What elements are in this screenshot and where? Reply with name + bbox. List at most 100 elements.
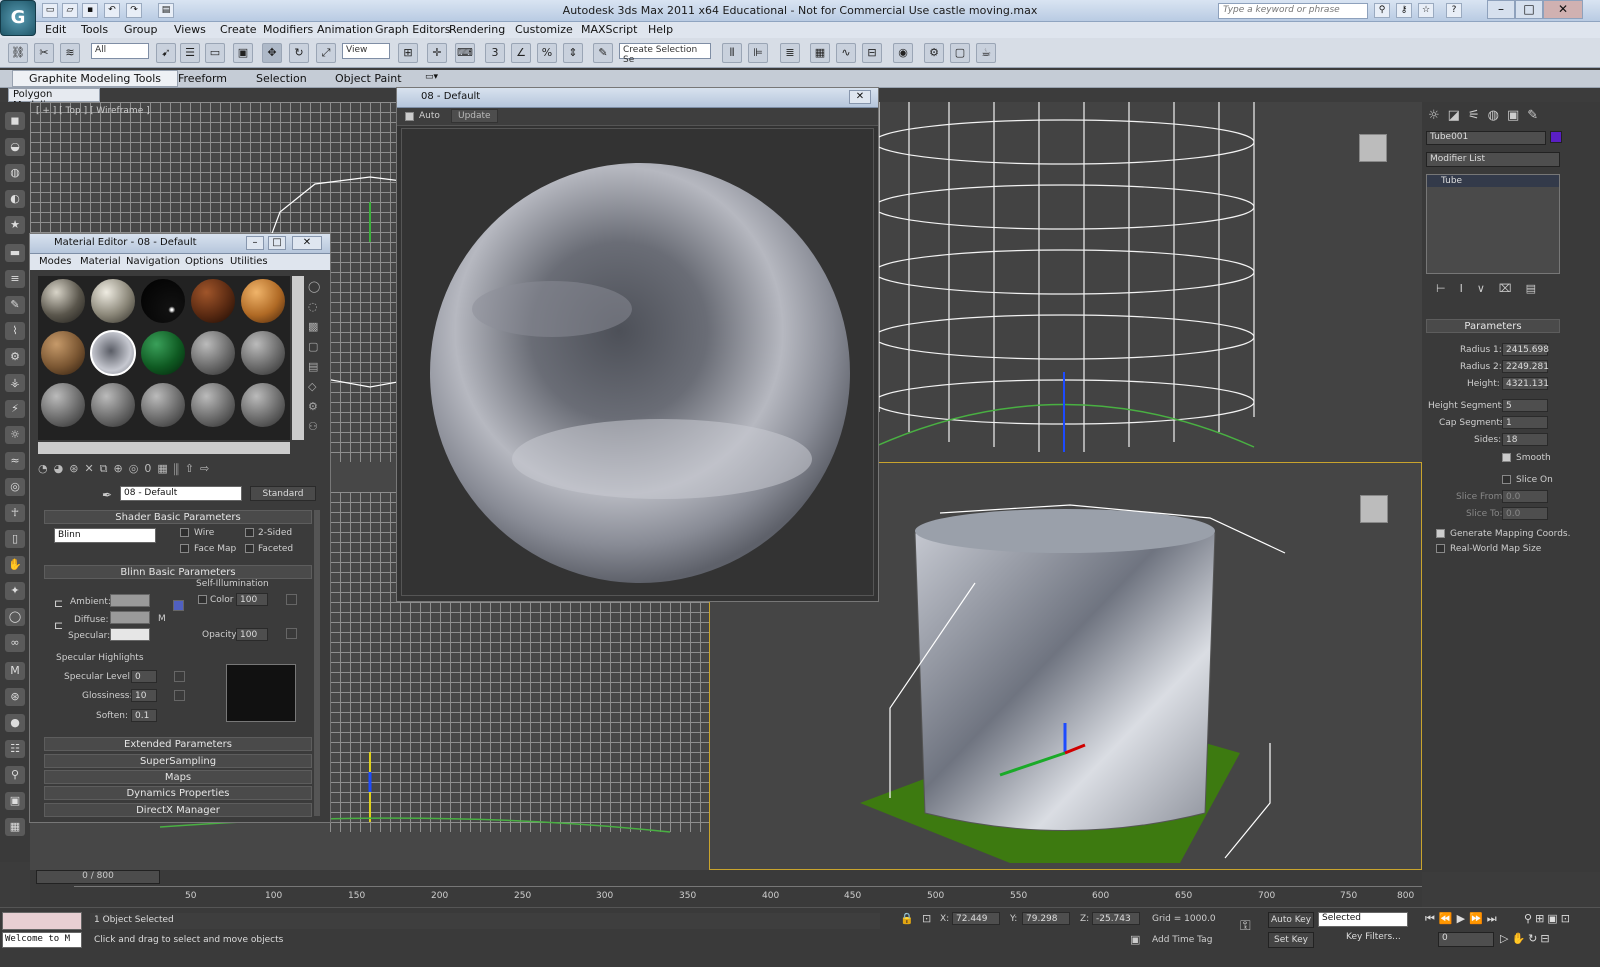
put-to-scene-icon[interactable]: ◕	[54, 462, 70, 475]
modify-tab-icon[interactable]: ◪	[1448, 108, 1468, 123]
maps-header[interactable]: Maps	[44, 770, 312, 784]
sample-slot-10[interactable]	[240, 330, 286, 376]
tab-object-paint[interactable]: Object Paint	[335, 72, 402, 85]
set-key-button[interactable]: Set Key	[1268, 932, 1314, 948]
z-coordinate-field[interactable]: -25.743	[1092, 912, 1140, 925]
make-preview-icon[interactable]: ◇	[308, 380, 316, 393]
radius2-spinner[interactable]: 2249.281	[1502, 360, 1549, 373]
sample-slot-11[interactable]	[40, 382, 86, 428]
display-icon[interactable]: ★	[5, 216, 25, 234]
sample-slot-9[interactable]	[190, 330, 236, 376]
modify-icon[interactable]: ◒	[5, 138, 25, 156]
material-id-icon[interactable]: 0	[144, 462, 157, 475]
glossiness-map-button[interactable]	[174, 690, 185, 701]
face-map-checkbox[interactable]	[180, 544, 189, 553]
selection-filter-dropdown[interactable]: All	[91, 43, 149, 59]
compass-icon[interactable]: ⊛	[5, 688, 25, 706]
close-button[interactable]: ✕	[1543, 0, 1583, 19]
mat-params-scrollbar[interactable]	[314, 510, 320, 816]
ribbon-polygon-modeling[interactable]: Polygon Modeling	[8, 88, 100, 111]
shapes-icon[interactable]: ≈	[5, 452, 25, 470]
help-icon[interactable]: ?	[1446, 3, 1462, 18]
app-logo[interactable]: G	[0, 0, 36, 36]
opacity-map-button[interactable]	[286, 628, 297, 639]
modifier-list-dropdown[interactable]: Modifier List	[1426, 152, 1560, 167]
spacewarp-icon[interactable]: ⚡	[5, 400, 25, 418]
curve-editor-icon[interactable]: ∿	[836, 43, 856, 63]
sphere-icon[interactable]: ●	[5, 714, 25, 732]
shader-basic-params-header[interactable]: Shader Basic Parameters	[44, 510, 312, 524]
glossiness-spinner[interactable]: 10	[131, 689, 157, 702]
layer-manager-icon[interactable]: ≣	[780, 43, 800, 63]
material-editor-titlebar[interactable]: Material Editor - 08 - Default – □ ✕	[30, 234, 330, 254]
parameters-header[interactable]: Parameters	[1426, 319, 1560, 333]
self-illum-map-button[interactable]	[286, 594, 297, 605]
generate-mapping-checkbox[interactable]	[1436, 529, 1445, 538]
y-coordinate-field[interactable]: 79.298	[1022, 912, 1070, 925]
show-end-result-icon[interactable]: ⫼	[174, 462, 185, 475]
eyedropper-icon[interactable]: ✒	[102, 488, 112, 502]
sample-slots-scrollbar[interactable]	[292, 276, 304, 440]
set-key-icon[interactable]: ⚿	[1240, 918, 1251, 934]
menu-customize[interactable]: Customize	[515, 23, 573, 36]
specular-level-map-button[interactable]	[174, 671, 185, 682]
menu-graph-editors[interactable]: Graph Editors	[375, 23, 451, 36]
get-material-icon[interactable]: ◔	[38, 462, 54, 475]
window-crossing-icon[interactable]: ▣	[233, 43, 253, 63]
mirror-icon[interactable]: ⫴	[722, 43, 742, 63]
link-icon[interactable]: ∞	[5, 634, 25, 652]
configure-sets-icon[interactable]: ▤	[1526, 282, 1550, 295]
create-icon[interactable]: ◼	[5, 112, 25, 130]
paint-icon[interactable]: ✎	[5, 296, 25, 314]
menu-animation[interactable]: Animation	[317, 23, 373, 36]
render-window-titlebar[interactable]: 08 - Default ✕	[397, 88, 878, 108]
rendered-frame-window-icon[interactable]: ▢	[950, 43, 970, 63]
opacity-spinner[interactable]: 100	[236, 628, 268, 641]
reference-coord-dropdown[interactable]: View	[342, 43, 390, 59]
hand-icon[interactable]: ✋	[5, 556, 25, 574]
snaps-toggle-icon[interactable]: 3	[485, 43, 505, 63]
make-unique-stack-icon[interactable]: ∨	[1477, 282, 1499, 295]
maxscript-mini-listener[interactable]: Welcome to M	[2, 932, 82, 948]
lights-icon[interactable]: ☼	[5, 426, 25, 444]
orbit-icon[interactable]: ↻	[1528, 932, 1540, 945]
key-filters-button[interactable]: Key Filters...	[1346, 932, 1401, 942]
go-to-start-icon[interactable]: ⏮	[1425, 912, 1439, 925]
selection-lock-icon[interactable]: 🔒	[900, 912, 914, 925]
video-color-icon[interactable]: ▤	[308, 360, 318, 373]
percent-snap-icon[interactable]: %	[537, 43, 557, 63]
field-of-view-icon[interactable]: ▷	[1500, 932, 1511, 945]
remove-modifier-icon[interactable]: ⌧	[1499, 282, 1526, 295]
ribbon-options-icon[interactable]: ▭▾	[425, 72, 438, 82]
unlink-icon[interactable]: ✂	[34, 43, 54, 63]
pin-stack-icon[interactable]: ⊢	[1436, 282, 1460, 295]
wire-checkbox[interactable]	[180, 528, 189, 537]
material-type-button[interactable]: Standard	[250, 486, 316, 501]
new-file-icon[interactable]: ▭	[42, 3, 58, 18]
list-icon[interactable]: ☷	[5, 740, 25, 758]
uv-tiling-icon[interactable]: ▢	[308, 340, 318, 353]
create-tab-icon[interactable]: ☼	[1428, 108, 1448, 123]
mat-close-button[interactable]: ✕	[292, 236, 322, 250]
slice-to-spinner[interactable]: 0.0	[1502, 507, 1548, 520]
supersampling-header[interactable]: SuperSampling	[44, 754, 312, 768]
bind-spacewarp-icon[interactable]: ≋	[60, 43, 80, 63]
assign-to-selection-icon[interactable]: ⊛	[69, 462, 84, 475]
self-illum-spinner[interactable]: 100	[236, 593, 268, 606]
render-window-close-button[interactable]: ✕	[849, 90, 871, 104]
two-sided-checkbox[interactable]	[245, 528, 254, 537]
undo-icon[interactable]: ↶	[104, 3, 120, 18]
menu-tools[interactable]: Tools	[81, 23, 108, 36]
specular-color-swatch[interactable]	[110, 628, 150, 641]
sample-slot-3[interactable]	[140, 278, 186, 324]
add-time-tag-button[interactable]: Add Time Tag	[1152, 935, 1212, 945]
lock-diffuse-specular-icon[interactable]: ⊏	[54, 619, 63, 632]
reset-map-icon[interactable]: ✕	[84, 462, 99, 475]
zoom-icon-nav[interactable]: ⚲	[1524, 912, 1535, 925]
menu-edit[interactable]: Edit	[45, 23, 66, 36]
sample-type-icon[interactable]: ◯	[308, 280, 320, 293]
sample-slot-4[interactable]	[190, 278, 236, 324]
save-icon[interactable]: ▪	[82, 3, 98, 18]
options-icon[interactable]: ⚙	[308, 400, 318, 413]
backlight-icon[interactable]: ◌	[308, 300, 318, 313]
